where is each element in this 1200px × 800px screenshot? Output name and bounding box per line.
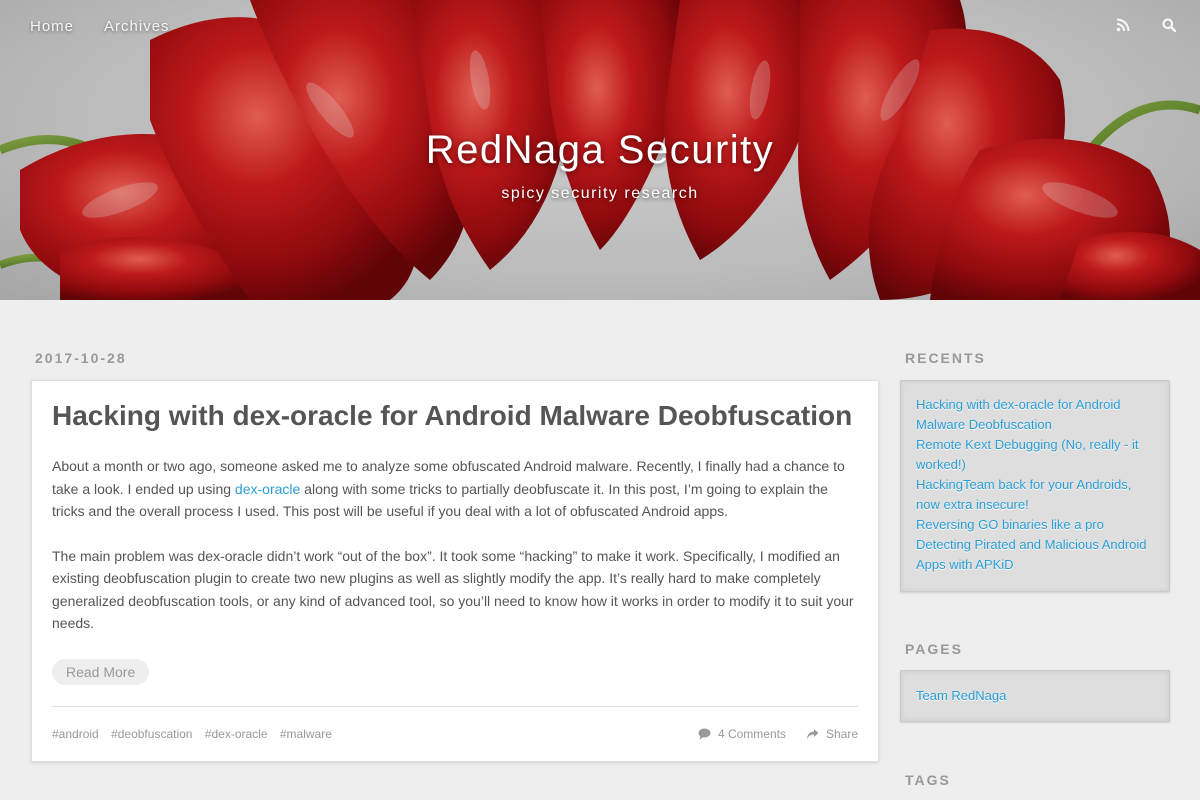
read-more-button[interactable]: Read More xyxy=(52,658,150,685)
post-footer: #android #deobfuscation #dex-oracle #mal… xyxy=(52,727,858,741)
main-nav: Home Archives xyxy=(30,18,170,35)
nav-archives-link[interactable]: Archives xyxy=(104,18,170,35)
header-banner: Home Archives RedNaga Security spicy sec… xyxy=(0,0,1200,300)
nav-icons xyxy=(1116,18,1178,34)
post-title[interactable]: Hacking with dex-oracle for Android Malw… xyxy=(52,399,858,433)
share-label: Share xyxy=(825,726,858,741)
dex-oracle-link[interactable]: dex-oracle xyxy=(235,481,300,497)
search-icon[interactable] xyxy=(1162,18,1178,34)
post-paragraph-1: About a month or two ago, someone asked … xyxy=(52,455,858,523)
tag-link[interactable]: #android xyxy=(52,727,99,741)
recents-box: Hacking with dex-oracle for Android Malw… xyxy=(900,380,1170,592)
post-meta: 4 Comments Share xyxy=(698,727,858,741)
post-card: Hacking with dex-oracle for Android Malw… xyxy=(31,380,879,762)
tag-link[interactable]: #dex-oracle xyxy=(205,727,268,741)
post-divider xyxy=(52,705,858,707)
comment-icon xyxy=(698,728,711,739)
tag-link[interactable]: #deobfuscation xyxy=(111,727,192,741)
tags-heading: TAGS xyxy=(905,772,951,788)
recent-post-link[interactable]: Hacking with dex-oracle for Android Malw… xyxy=(916,395,1154,435)
recents-heading: RECENTS xyxy=(905,350,986,366)
comments-count: 4 Comments xyxy=(717,726,786,741)
recent-post-link[interactable]: Reversing GO binaries like a pro xyxy=(916,515,1154,535)
recent-post-link[interactable]: Remote Kext Debugging (No, really - it w… xyxy=(916,435,1154,475)
tag-link[interactable]: #malware xyxy=(280,727,332,741)
post-tags: #android #deobfuscation #dex-oracle #mal… xyxy=(52,727,341,741)
post-date: 2017-10-28 xyxy=(35,350,127,366)
page-link-team-rednaga[interactable]: Team RedNaga xyxy=(916,686,1154,706)
comments-link[interactable]: 4 Comments xyxy=(698,727,786,741)
recent-post-link[interactable]: Detecting Pirated and Malicious Android … xyxy=(916,535,1154,575)
pages-box: Team RedNaga xyxy=(900,670,1170,722)
recent-post-link[interactable]: HackingTeam back for your Androids, now … xyxy=(916,475,1154,515)
nav-home-link[interactable]: Home xyxy=(30,18,74,35)
pages-heading: PAGES xyxy=(905,641,963,657)
share-icon xyxy=(806,728,819,739)
site-title[interactable]: RedNaga Security xyxy=(0,128,1200,173)
site-subtitle: spicy security research xyxy=(501,185,699,202)
share-link[interactable]: Share xyxy=(806,727,858,741)
rss-icon[interactable] xyxy=(1116,18,1132,34)
post-paragraph-2: The main problem was dex-oracle didn’t w… xyxy=(52,547,854,632)
